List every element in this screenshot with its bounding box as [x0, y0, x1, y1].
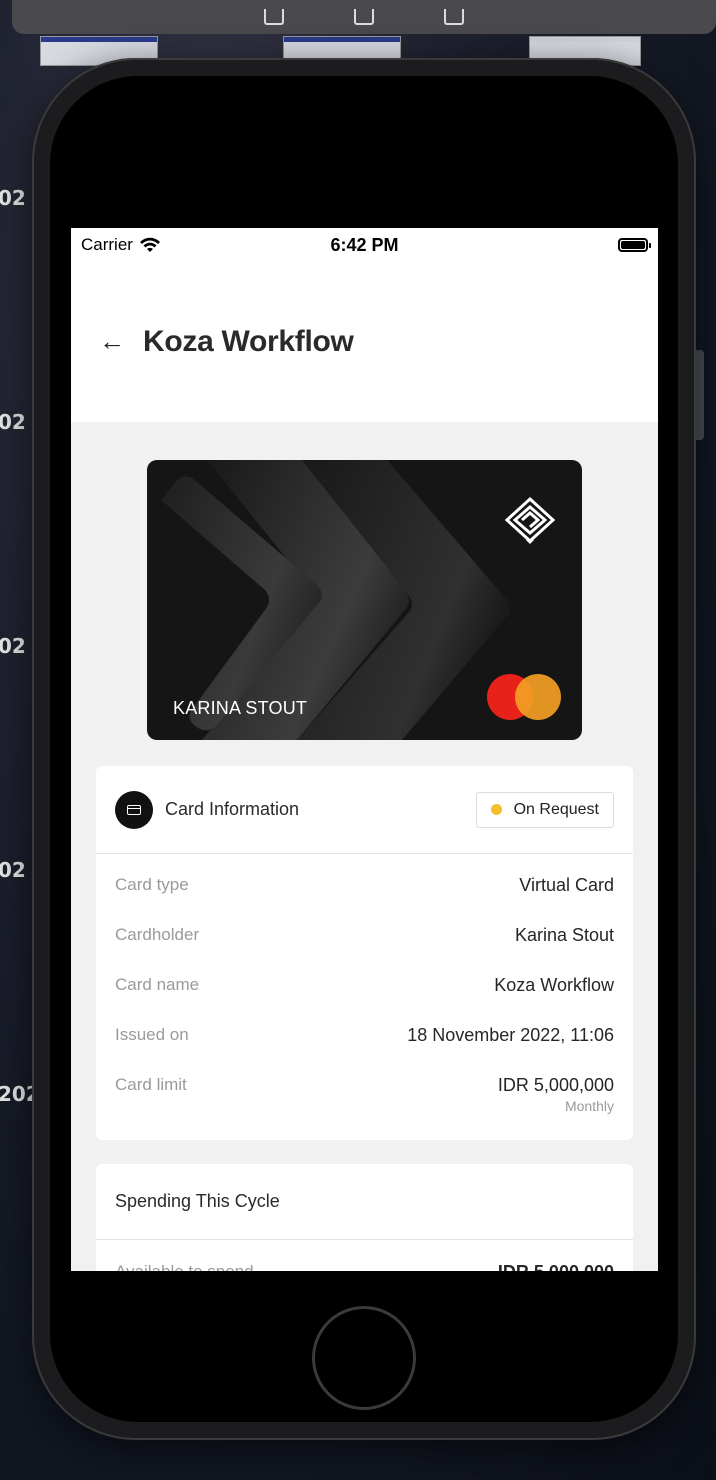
status-dot-icon	[490, 804, 502, 815]
rotate-toolbar-icon[interactable]	[444, 9, 464, 25]
info-row-card-type: Card type Virtual Card	[115, 854, 614, 904]
desktop-year-label: 02	[0, 858, 26, 882]
info-row-cardholder: Cardholder Karina Stout	[115, 904, 614, 954]
home-toolbar-icon[interactable]	[264, 9, 284, 25]
info-label: Issued on	[115, 1025, 189, 1044]
nav-header: ← Koza Workflow	[71, 262, 658, 422]
credit-card-icon	[115, 790, 153, 829]
info-label: Card limit	[115, 1075, 187, 1094]
carrier-info: Carrier	[81, 235, 161, 255]
home-button[interactable]	[312, 1306, 416, 1410]
brand-logo-icon	[504, 496, 556, 544]
info-row-card-name: Card name Koza Workflow	[115, 954, 614, 1004]
available-label: Available to spend	[115, 1262, 254, 1271]
info-label: Cardholder	[115, 925, 200, 944]
page-title: Koza Workflow	[143, 325, 354, 358]
info-value: 18 November 2022, 11:06	[407, 1025, 614, 1045]
info-row-card-limit: Card limit IDR 5,000,000 Monthly	[115, 1054, 614, 1114]
carrier-label: Carrier	[81, 235, 133, 254]
mastercard-logo-icon	[487, 674, 563, 720]
spending-panel: Spending This Cycle Available to spend I…	[96, 1164, 633, 1271]
wifi-icon	[139, 237, 160, 252]
spending-title: Spending This Cycle	[96, 1164, 633, 1240]
arrow-left-icon[interactable]: ←	[99, 328, 125, 354]
card-information-header: Card Information On Request	[96, 766, 633, 854]
info-label: Card name	[115, 975, 200, 994]
app-screen: Carrier 6:42 PM ← Koza Workflow KARINA S…	[71, 228, 658, 1271]
card-information-panel: Card Information On Request Card type Vi…	[96, 766, 633, 1140]
info-value: Koza Workflow	[494, 975, 614, 995]
status-bar: Carrier 6:42 PM	[71, 228, 658, 262]
card-holder-name: KARINA STOUT	[173, 698, 308, 718]
info-value: IDR 5,000,000	[497, 1075, 614, 1095]
spending-row: Available to spend IDR 5,000,000	[96, 1240, 633, 1271]
available-value: IDR 5,000,000	[498, 1262, 614, 1271]
desktop-year-label: 02	[0, 634, 26, 658]
limit-period: Monthly	[564, 1098, 614, 1114]
screenshot-toolbar-icon[interactable]	[354, 9, 374, 25]
card-information-title: Card Information	[165, 799, 300, 819]
status-badge: On Request	[475, 791, 614, 828]
desktop-year-label: 02	[0, 186, 26, 210]
status-label: On Request	[513, 800, 599, 818]
desktop-year-label: 02	[0, 410, 26, 434]
payment-card[interactable]: KARINA STOUT	[147, 460, 582, 740]
info-value: Karina Stout	[514, 925, 614, 945]
battery-icon	[618, 238, 651, 252]
info-label: Card type	[115, 875, 189, 894]
info-value: Virtual Card	[519, 875, 614, 895]
simulator-toolbar	[12, 0, 716, 34]
info-row-issued-on: Issued on 18 November 2022, 11:06	[115, 1004, 614, 1054]
